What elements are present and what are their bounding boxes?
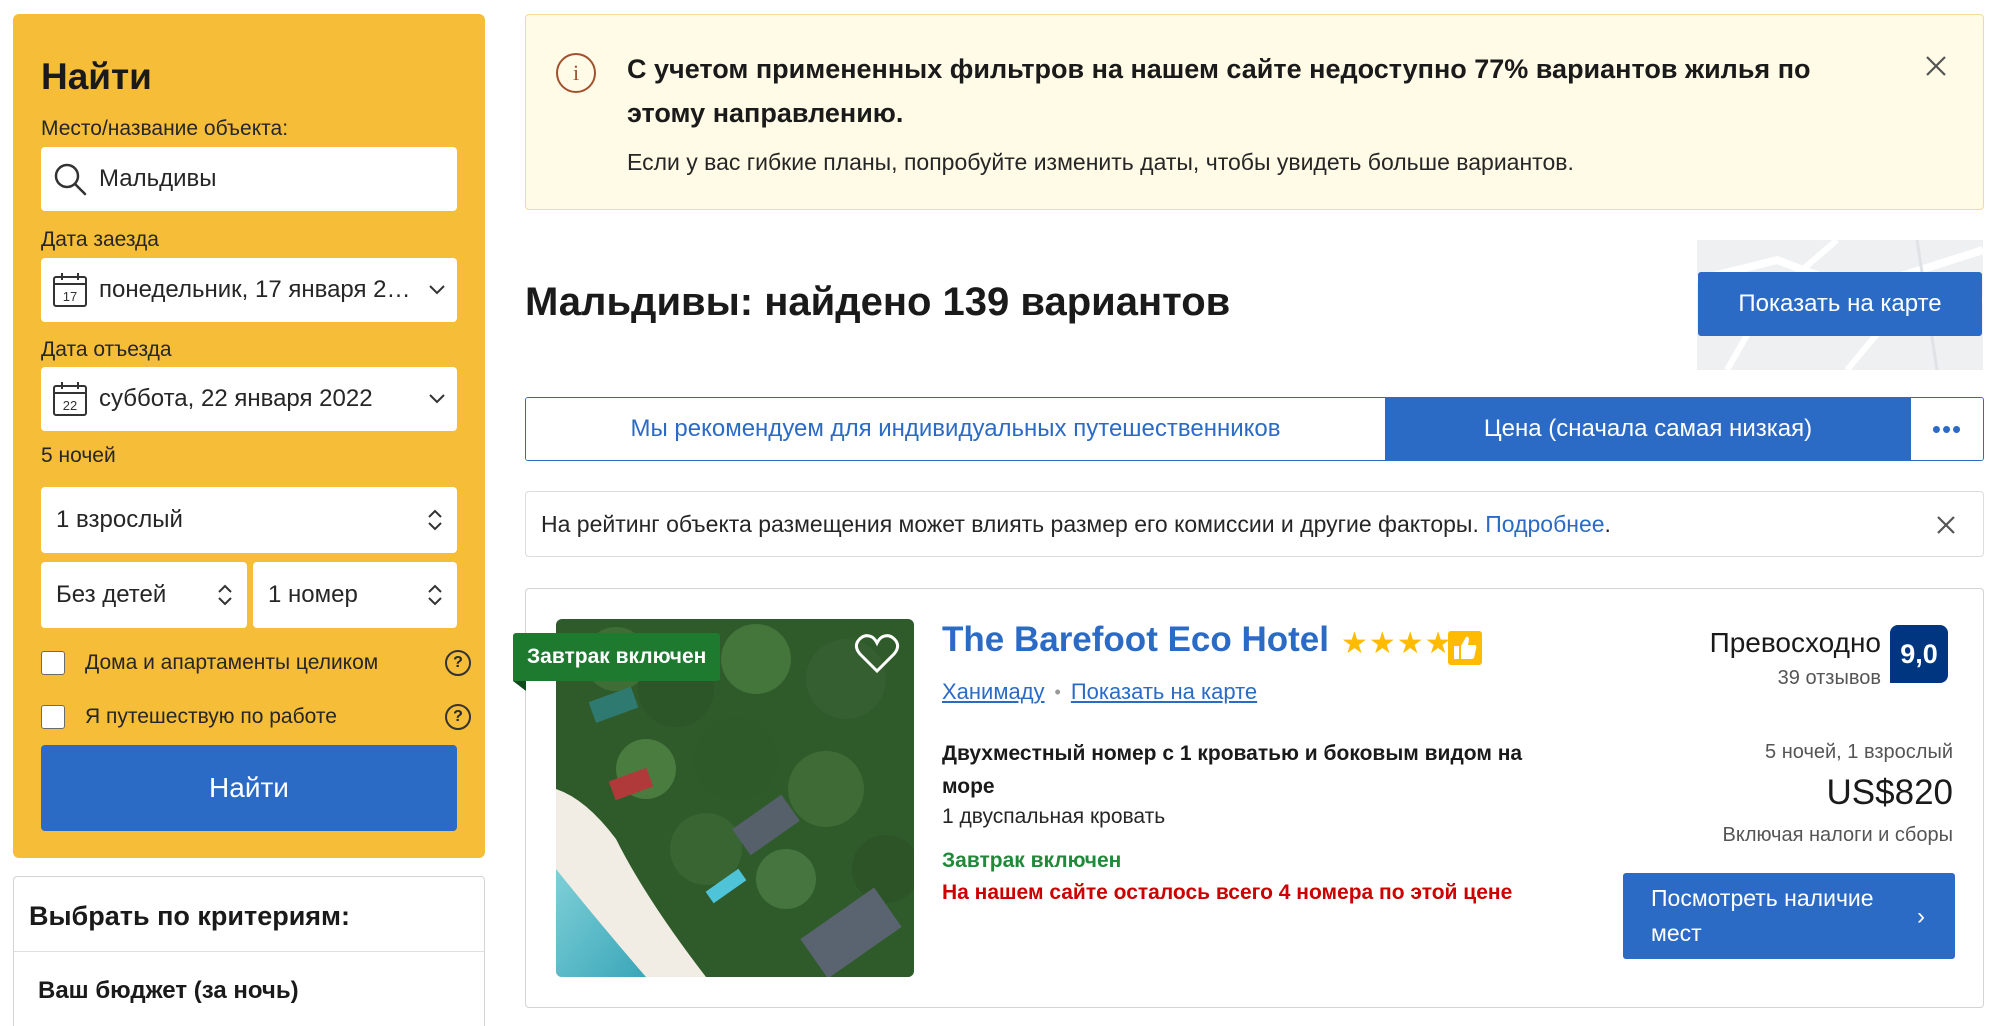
adults-select[interactable]: 1 взрослый <box>41 487 457 553</box>
price-note: Включая налоги и сборы <box>1722 824 1954 846</box>
destination-input[interactable]: Мальдивы <box>41 147 457 211</box>
checkout-day-number: 22 <box>63 398 77 413</box>
entire-homes-option: Дома и апартаменты целиком ? <box>41 650 471 676</box>
help-icon[interactable]: ? <box>445 704 471 730</box>
breakfast-included-text: Завтрак включен <box>942 849 1122 872</box>
learn-more-link[interactable]: Подробнее <box>1485 511 1604 537</box>
children-select[interactable]: Без детей <box>41 562 247 628</box>
chevron-down-icon <box>417 394 457 404</box>
ranking-notice: На рейтинг объекта размещения может влия… <box>525 491 1984 557</box>
price: US$820 <box>1826 773 1953 812</box>
close-icon[interactable] <box>1921 51 1951 81</box>
checkin-day-number: 17 <box>63 289 77 304</box>
checkout-label: Дата отъезда <box>41 338 172 361</box>
heart-icon[interactable] <box>854 633 900 675</box>
nights-count: 5 ночей <box>41 444 116 467</box>
business-trip-label: Я путешествую по работе <box>85 705 337 728</box>
alert-text: Если у вас гибкие планы, попробуйте изме… <box>627 149 1574 175</box>
sort-tab-recommended[interactable]: Мы рекомендуем для индивидуальных путеше… <box>526 398 1386 460</box>
calendar-icon: 17 <box>41 272 99 308</box>
checkout-value: суббота, 22 января 2022 <box>99 385 373 412</box>
sort-bar: Мы рекомендуем для индивидуальных путеше… <box>525 397 1984 461</box>
star-rating-icon: ★★★★ <box>1341 627 1453 660</box>
children-value: Без детей <box>56 581 167 608</box>
scarcity-message: На нашем сайте осталось всего 4 номера п… <box>942 881 1513 904</box>
updown-chevron-icon <box>413 509 457 531</box>
updown-chevron-icon <box>203 584 247 606</box>
search-panel: Найти Место/название объекта: Мальдивы Д… <box>13 14 485 858</box>
budget-filter-label: Ваш бюджет (за ночь) <box>38 977 299 1004</box>
updown-chevron-icon <box>413 584 457 606</box>
sort-more-button[interactable]: ••• <box>1910 398 1983 460</box>
review-count: 39 отзывов <box>1777 667 1881 689</box>
see-availability-button[interactable]: Посмотреть наличие мест › <box>1623 873 1955 959</box>
bed-type: 1 двуспальная кровать <box>942 805 1166 828</box>
rooms-value: 1 номер <box>268 581 358 608</box>
entire-homes-label: Дома и апартаменты целиком <box>85 651 379 674</box>
calendar-icon: 22 <box>41 381 99 417</box>
filters-panel: Выбрать по критериям: Ваш бюджет (за ноч… <box>13 876 485 1026</box>
checkout-date-field[interactable]: 22 суббота, 22 января 2022 <box>41 367 457 431</box>
hotel-location-links: Ханимаду • Показать на карте <box>942 679 1257 705</box>
badge-fold <box>513 681 526 691</box>
close-icon[interactable] <box>1931 510 1961 540</box>
entire-homes-checkbox[interactable] <box>41 651 65 675</box>
checkin-value: понедельник, 17 января 2… <box>99 276 411 303</box>
divider <box>14 951 484 952</box>
search-icon <box>41 162 99 196</box>
results-heading: Мальдивы: найдено 139 вариантов <box>525 280 1231 324</box>
breakfast-badge: Завтрак включен <box>513 633 721 681</box>
notice-text: На рейтинг объекта размещения может влия… <box>541 510 1611 537</box>
help-icon[interactable]: ? <box>445 650 471 676</box>
rating-word: Превосходно <box>1709 627 1881 658</box>
search-submit-button[interactable]: Найти <box>41 745 457 831</box>
hotel-name-link[interactable]: The Barefoot Eco Hotel <box>942 620 1329 660</box>
separator-dot: • <box>1054 681 1061 702</box>
availability-button-label: Посмотреть наличие мест <box>1651 885 1874 946</box>
availability-alert: i С учетом примененных фильтров на нашем… <box>525 14 1984 210</box>
review-score-badge: 9,0 <box>1890 625 1948 683</box>
checkin-label: Дата заезда <box>41 228 159 251</box>
checkin-date-field[interactable]: 17 понедельник, 17 января 2… <box>41 258 457 322</box>
filters-title: Выбрать по критериям: <box>29 901 351 931</box>
thumbs-up-icon <box>1448 631 1482 665</box>
show-on-map-link[interactable]: Показать на карте <box>1071 679 1257 705</box>
district-link[interactable]: Ханимаду <box>942 679 1045 705</box>
destination-value: Мальдивы <box>99 165 217 192</box>
business-trip-option: Я путешествую по работе ? <box>41 704 471 730</box>
show-on-map-button[interactable]: Показать на карте <box>1698 272 1982 336</box>
rooms-select[interactable]: 1 номер <box>253 562 457 628</box>
chevron-right-icon: › <box>1917 902 1925 930</box>
search-title: Найти <box>41 56 152 97</box>
sort-tab-lowest-price[interactable]: Цена (сначала самая низкая) <box>1386 398 1910 460</box>
alert-title: С учетом примененных фильтров на нашем с… <box>627 54 1811 128</box>
info-icon: i <box>556 53 596 93</box>
adults-value: 1 взрослый <box>56 506 183 533</box>
stay-summary: 5 ночей, 1 взрослый <box>1765 741 1953 763</box>
hotel-card: Завтрак включен The Barefoot Eco Hotel ★… <box>513 588 1984 1008</box>
business-trip-checkbox[interactable] <box>41 705 65 729</box>
destination-label: Место/название объекта: <box>41 117 289 140</box>
room-name: Двухместный номер с 1 кроватью и боковым… <box>942 742 1523 798</box>
chevron-down-icon <box>417 285 457 295</box>
